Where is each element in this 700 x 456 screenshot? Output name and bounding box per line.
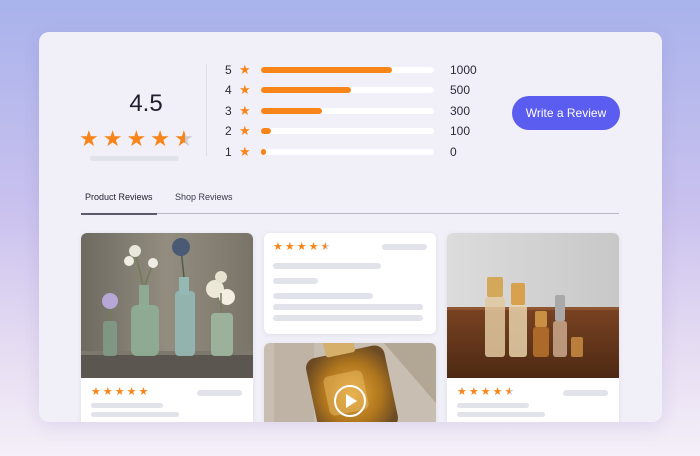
star-icon: ★ — [150, 126, 170, 151]
star-icon: ★ — [138, 386, 149, 398]
half-star-icon: ★ — [173, 126, 194, 151]
review-card[interactable]: ★ ★ ★ ★ ★ — [447, 233, 619, 422]
skeleton-line — [382, 244, 427, 250]
skeleton-line — [91, 403, 163, 408]
star-icon: ★ — [126, 386, 137, 398]
play-icon — [346, 394, 357, 408]
review-rating: ★ ★ ★ ★ ★ — [91, 387, 148, 398]
rating-bar — [261, 108, 434, 114]
skeleton-line — [273, 315, 423, 321]
average-rating: 4.5 — [129, 90, 163, 117]
rating-row[interactable]: 2 ★ 100 — [225, 123, 470, 139]
star-icon: ★ — [468, 386, 479, 398]
star-icon: ★ — [308, 241, 319, 253]
skeleton-line — [197, 390, 242, 396]
skeleton-line — [90, 156, 179, 161]
star-icon: ★ — [102, 126, 123, 151]
rating-count: 300 — [450, 104, 471, 118]
skeleton-line — [273, 263, 381, 269]
rating-level: 2 — [225, 124, 232, 138]
rating-level: 1 — [225, 145, 232, 159]
review-tabs: Product Reviews Shop Reviews — [81, 182, 619, 215]
star-icon: ★ — [480, 386, 491, 398]
rating-bar — [261, 128, 434, 134]
star-icon: ★ — [296, 241, 307, 253]
rating-row[interactable]: 1 ★ 0 — [225, 144, 457, 160]
divider — [206, 64, 207, 156]
star-icon: ★ — [114, 386, 125, 398]
tab-shop-reviews[interactable]: Shop Reviews — [175, 192, 233, 202]
rating-level: 4 — [225, 83, 232, 97]
review-card[interactable]: ★ ★ ★ ★ ★ — [81, 233, 253, 422]
review-card[interactable] — [264, 343, 436, 422]
rating-row[interactable]: 4 ★ 500 — [225, 82, 470, 98]
star-icon: ★ — [273, 241, 283, 253]
rating-count: 1000 — [450, 63, 477, 77]
rating-count: 500 — [450, 83, 471, 97]
star-icon: ★ — [239, 144, 251, 159]
skeleton-line — [563, 390, 608, 396]
star-icon: ★ — [492, 386, 503, 398]
rating-row[interactable]: 3 ★ 300 — [225, 103, 470, 119]
rating-bar-fill — [261, 87, 351, 93]
review-photo — [447, 233, 619, 378]
tab-product-reviews[interactable]: Product Reviews — [81, 192, 157, 215]
rating-bar — [261, 149, 434, 155]
review-rating: ★ ★ ★ ★ ★ — [457, 387, 514, 398]
rating-level: 3 — [225, 104, 232, 118]
skeleton-line — [457, 412, 545, 417]
review-card[interactable]: ★ ★ ★ ★ ★ — [264, 233, 436, 334]
star-icon: ★ — [239, 82, 251, 97]
star-icon: ★ — [457, 386, 467, 398]
review-rating: ★ ★ ★ ★ ★ — [273, 242, 330, 253]
rating-bar-fill — [261, 128, 272, 134]
skeleton-line — [273, 304, 423, 310]
rating-level: 5 — [225, 63, 232, 77]
review-photo — [81, 233, 253, 378]
star-icon: ★ — [79, 126, 99, 151]
skeleton-line — [273, 293, 373, 299]
rating-count: 100 — [450, 124, 471, 138]
rating-bar — [261, 87, 434, 93]
rating-count: 0 — [450, 145, 457, 159]
star-icon: ★ — [91, 386, 101, 398]
skeleton-line — [457, 403, 529, 408]
star-icon: ★ — [126, 126, 147, 151]
skeleton-line — [91, 412, 179, 417]
star-icon: ★ — [102, 386, 113, 398]
star-icon: ★ — [239, 62, 251, 77]
rating-row[interactable]: 5 ★ 1000 — [225, 62, 477, 78]
rating-bar-fill — [261, 67, 393, 73]
skeleton-line — [273, 278, 318, 284]
rating-bar-fill — [261, 108, 322, 114]
star-icon: ★ — [239, 103, 251, 118]
average-stars: ★ ★ ★ ★ ★ — [79, 128, 194, 150]
star-icon: ★ — [284, 241, 295, 253]
play-button[interactable] — [334, 385, 366, 417]
rating-bar-fill — [261, 149, 267, 155]
write-review-button[interactable]: Write a Review — [512, 96, 620, 130]
half-star-icon: ★ — [320, 241, 331, 253]
rating-bar — [261, 67, 434, 73]
half-star-icon: ★ — [504, 386, 515, 398]
reviews-widget: 4.5 ★ ★ ★ ★ ★ 5 ★ 1000 4 ★ 500 3 ★ 300 2 — [39, 32, 662, 422]
star-icon: ★ — [239, 123, 251, 138]
